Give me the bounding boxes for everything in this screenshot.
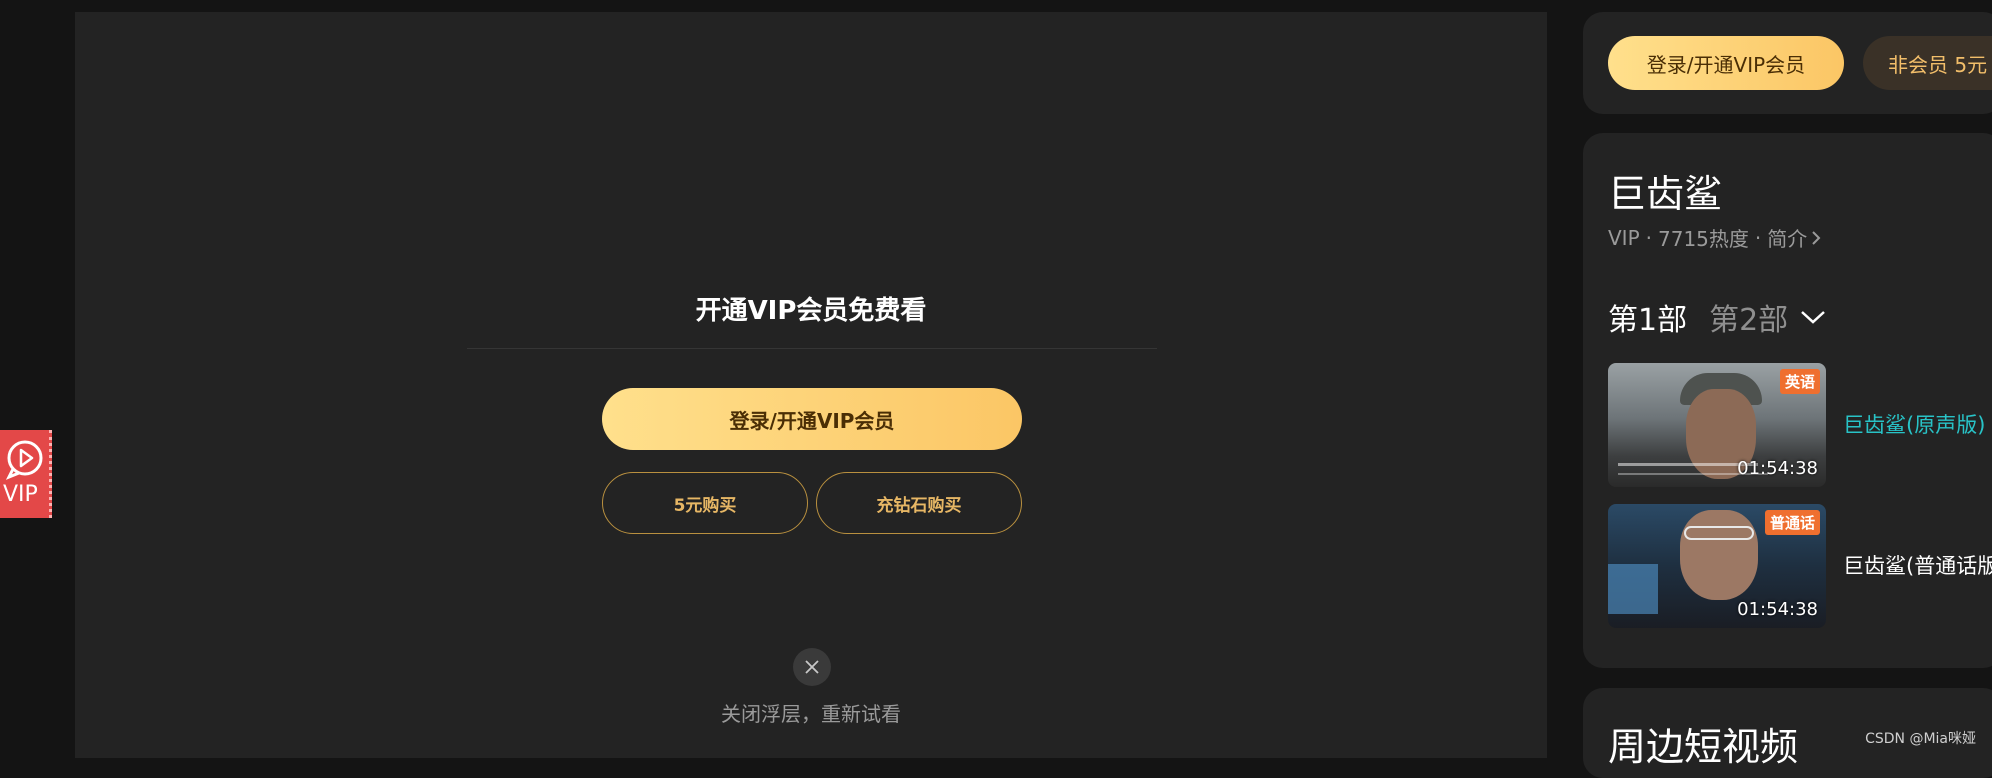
show-meta: VIP · 7715热度 · 简介 <box>1608 223 1821 252</box>
sidebar-login-vip-button[interactable]: 登录/开通VIP会员 <box>1608 36 1844 90</box>
thumbnail-shape <box>1684 526 1754 540</box>
intro-label: 简介 <box>1767 227 1808 251</box>
episode-title: 巨齿鲨(普通话版 <box>1843 554 1992 578</box>
close-overlay-button[interactable] <box>793 648 831 686</box>
close-icon <box>805 660 819 674</box>
paywall-title: 开通VIP会员免费看 <box>695 296 927 326</box>
watermark: CSDN @Mia咪娅 <box>1865 731 1976 747</box>
vip-float-label: VIP <box>3 482 38 507</box>
meta-separator: · <box>1754 225 1762 250</box>
intro-link[interactable]: 简介 <box>1767 223 1821 252</box>
vip-tag: VIP <box>1608 225 1640 250</box>
buy-5-yuan-button[interactable]: 5元购买 <box>602 472 808 534</box>
episode-title: 巨齿鲨(原声版) <box>1843 413 1986 437</box>
sidebar-show-card: 巨齿鲨 VIP · 7715热度 · 简介 第1部 第2部 英语 01:54:3… <box>1583 133 1992 668</box>
thumbnail-shape <box>1680 510 1758 600</box>
tab-season-2[interactable]: 第2部 <box>1709 295 1788 339</box>
chevron-down-icon[interactable] <box>1800 309 1826 325</box>
short-videos-title: 周边短视频 <box>1608 725 1799 769</box>
chevron-right-icon <box>1812 230 1821 245</box>
episode-item[interactable]: 英语 01:54:38 巨齿鲨(原声版) <box>1608 363 1992 487</box>
close-overlay-label[interactable]: 关闭浮层，重新试看 <box>75 698 1547 727</box>
vip-float-badge[interactable]: VIP <box>0 430 52 518</box>
sidebar-buy-button[interactable]: 非会员 5元 <box>1863 36 1992 90</box>
tab-season-1[interactable]: 第1部 <box>1608 295 1687 339</box>
meta-separator: · <box>1645 225 1652 250</box>
episode-duration: 01:54:38 <box>1737 458 1818 479</box>
buy-with-diamonds-button[interactable]: 充钻石购买 <box>816 472 1022 534</box>
episode-thumbnail: 英语 01:54:38 <box>1608 363 1826 487</box>
login-vip-button[interactable]: 登录/开通VIP会员 <box>602 388 1022 450</box>
divider <box>467 348 1157 349</box>
episode-thumbnail: 普通话 01:54:38 <box>1608 504 1826 628</box>
show-title: 巨齿鲨 <box>1608 172 1723 216</box>
language-badge: 英语 <box>1779 369 1820 394</box>
thumbnail-shape <box>1608 564 1658 614</box>
episode-duration: 01:54:38 <box>1737 599 1818 620</box>
season-tabs: 第1部 第2部 <box>1608 295 1826 339</box>
top-bar <box>0 0 1992 12</box>
episode-item[interactable]: 普通话 01:54:38 巨齿鲨(普通话版 <box>1608 504 1992 628</box>
video-player[interactable]: 开通VIP会员免费看 登录/开通VIP会员 5元购买 充钻石购买 关闭浮层，重新… <box>75 12 1547 758</box>
sidebar-purchase-card: 登录/开通VIP会员 非会员 5元 <box>1583 12 1992 114</box>
heat-count: 7715热度 <box>1658 227 1749 251</box>
play-bubble-icon <box>5 440 43 480</box>
language-badge: 普通话 <box>1764 510 1820 535</box>
